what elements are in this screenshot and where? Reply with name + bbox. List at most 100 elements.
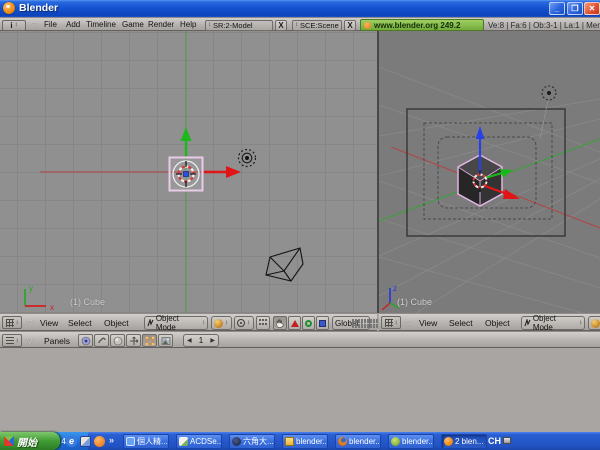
logic-context-button[interactable] <box>78 334 93 347</box>
camera-object[interactable] <box>265 247 304 282</box>
close-button[interactable]: ✕ <box>584 2 600 15</box>
layer-cell[interactable] <box>367 323 369 328</box>
viewport-left[interactable]: y x (1) Cube <box>0 31 377 313</box>
version-button[interactable]: www.blender.org 249.2 <box>360 19 484 31</box>
language-indicator[interactable]: CH <box>488 436 501 446</box>
menu-render[interactable]: Render <box>148 20 174 29</box>
shading-sphere-icon <box>591 318 600 328</box>
mode-dropdown[interactable]: Object Mode ↕ <box>144 314 208 332</box>
layer-cell[interactable] <box>364 323 366 328</box>
axis-indicator: y x <box>24 284 54 312</box>
script-icon <box>97 337 106 343</box>
restore-button[interactable]: ❐ <box>567 2 583 15</box>
pivot-dropdown[interactable]: ↕ <box>234 316 254 330</box>
rotate-manipulator-button[interactable] <box>302 316 315 330</box>
menu-game[interactable]: Game <box>122 20 144 29</box>
menu-file[interactable]: File <box>44 20 57 29</box>
manipulator-toggle-button[interactable] <box>273 316 287 330</box>
scale-manipulator-button[interactable] <box>316 316 329 330</box>
layer-cell[interactable] <box>370 323 372 328</box>
layer-cell[interactable] <box>352 318 354 323</box>
layer-buttons[interactable] <box>352 318 381 328</box>
ie-quicklaunch-icon[interactable]: e <box>66 435 77 447</box>
manipulator-center[interactable] <box>183 171 189 177</box>
show-desktop-icon[interactable] <box>80 435 91 447</box>
taskbar-button-acdsee[interactable]: ACDSe... <box>176 433 222 449</box>
viewport-type-button[interactable]: ↕ <box>2 316 22 329</box>
hand-icon <box>276 319 284 328</box>
menu-object[interactable]: Object <box>104 318 129 328</box>
collapse-triangle-icon[interactable]: ▽ <box>31 21 36 29</box>
snap-button[interactable] <box>256 316 270 330</box>
dropdown-arrows-icon: ↕ <box>15 337 19 344</box>
frame-prev-icon[interactable]: ◀ <box>187 337 192 344</box>
layer-cell[interactable] <box>370 318 372 323</box>
frame-counter[interactable]: ◀ 1 ▶ <box>183 334 219 347</box>
frame-next-icon[interactable]: ▶ <box>210 337 215 344</box>
taskbar-button-hexagon[interactable]: 六角大... <box>229 433 275 449</box>
taskbar-button-label: blender... <box>296 436 328 446</box>
shading-context-button[interactable] <box>110 334 125 347</box>
translate-manipulator-button[interactable] <box>288 316 301 330</box>
taskbar-button-blender-folder[interactable]: blender... <box>282 433 328 449</box>
grid-icon <box>384 318 393 327</box>
layer-cell[interactable] <box>355 318 357 323</box>
menu-add[interactable]: Add <box>66 20 80 29</box>
mode-dropdown[interactable]: Object Mode ↕ <box>521 314 585 332</box>
draw-type-dropdown[interactable] <box>588 316 600 330</box>
buttons-window-type-button[interactable]: ↕ <box>2 334 22 347</box>
scene-selector[interactable]: ↕ SCE:Scene <box>292 19 342 31</box>
screen-close-button[interactable]: X <box>275 19 287 31</box>
window-type-button[interactable]: i ↕ <box>2 19 26 31</box>
minimize-button[interactable]: _ <box>549 2 565 15</box>
menu-view[interactable]: View <box>40 318 58 328</box>
draw-type-dropdown[interactable]: ↕ <box>211 316 232 330</box>
menu-timeline[interactable]: Timeline <box>86 20 116 29</box>
editing-context-button[interactable] <box>142 334 157 347</box>
viewport-right[interactable]: z (1) Cube <box>379 31 600 313</box>
menu-object[interactable]: Object <box>485 318 510 328</box>
menu-select[interactable]: Select <box>449 318 473 328</box>
collapse-triangle-icon[interactable]: ▽ <box>27 319 32 327</box>
version-label: www.blender.org 249.2 <box>374 20 461 30</box>
manipulator-y-arrowhead[interactable] <box>180 127 192 141</box>
object-context-button[interactable] <box>126 334 141 347</box>
media-player-icon[interactable] <box>94 435 105 447</box>
taskbar-button-blender-firefox[interactable]: blender... <box>335 433 381 449</box>
screen-selector[interactable]: ↕ SR:2-Model <box>205 19 273 31</box>
start-button[interactable]: 開始 <box>0 432 60 450</box>
taskbar-button-personal[interactable]: 個人精... <box>123 433 169 449</box>
layer-cell[interactable] <box>361 318 363 323</box>
keyboard-icon[interactable] <box>503 437 511 444</box>
script-context-button[interactable] <box>94 334 109 347</box>
lamp-object[interactable] <box>237 148 257 168</box>
layer-cell[interactable] <box>358 318 360 323</box>
collapse-triangle-icon[interactable]: ▽ <box>405 319 410 327</box>
viewport-type-button[interactable]: ↕ <box>381 316 401 329</box>
manipulator-x-arrowhead[interactable] <box>226 166 241 178</box>
layer-cell[interactable] <box>376 318 378 323</box>
layer-cell[interactable] <box>355 323 357 328</box>
menu-select[interactable]: Select <box>68 318 92 328</box>
layer-cell[interactable] <box>376 323 378 328</box>
menu-help[interactable]: Help <box>180 20 196 29</box>
dropdown-arrows-icon: ↕ <box>225 320 228 326</box>
picture-icon <box>179 436 188 446</box>
logic-icon <box>81 336 90 345</box>
quicklaunch-chevron-icon[interactable]: » <box>109 435 114 445</box>
layer-cell[interactable] <box>364 318 366 323</box>
layer-cell[interactable] <box>352 323 354 328</box>
layer-cell[interactable] <box>373 318 375 323</box>
svg-text:y: y <box>29 284 33 293</box>
layer-cell[interactable] <box>367 318 369 323</box>
collapse-triangle-icon[interactable]: ▽ <box>27 337 32 345</box>
titlebar[interactable]: Blender _ ❐ ✕ <box>0 0 600 17</box>
layer-cell[interactable] <box>373 323 375 328</box>
scene-context-button[interactable] <box>158 334 173 347</box>
layer-cell[interactable] <box>358 323 360 328</box>
scene-close-button[interactable]: X <box>344 19 356 31</box>
taskbar-button-blender-app[interactable]: blender... <box>388 433 434 449</box>
taskbar-button-blender-group[interactable]: 2 blen... <box>441 433 487 449</box>
menu-view[interactable]: View <box>419 318 437 328</box>
layer-cell[interactable] <box>361 323 363 328</box>
